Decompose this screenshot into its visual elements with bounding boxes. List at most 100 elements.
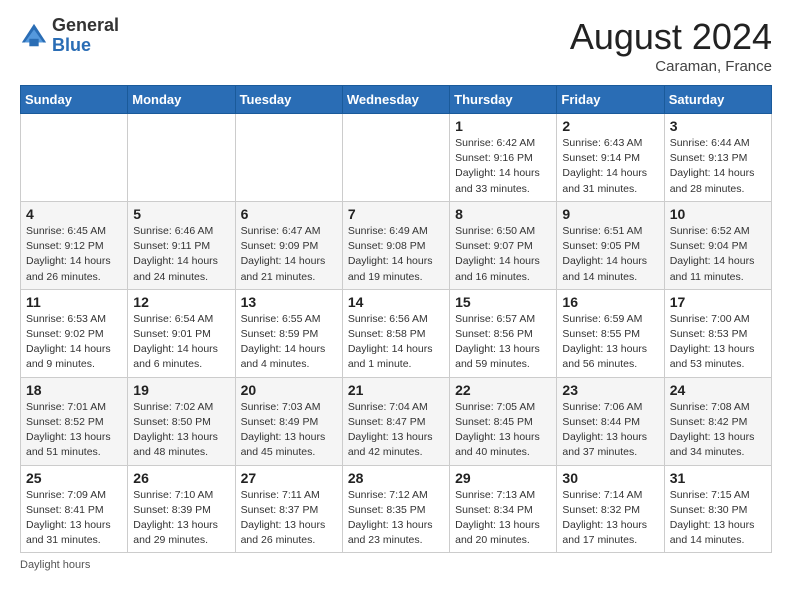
day-info: Sunrise: 7:02 AMSunset: 8:50 PMDaylight:… [133,400,229,461]
day-number: 31 [670,470,766,486]
calendar-cell: 3 Sunrise: 6:44 AMSunset: 9:13 PMDaylight… [664,114,771,202]
day-number: 29 [455,470,551,486]
calendar-cell: 4Sunrise: 6:45 AMSunset: 9:12 PMDaylight… [21,201,128,289]
day-info: Sunrise: 6:59 AMSunset: 8:55 PMDaylight:… [562,312,658,373]
calendar: SundayMondayTuesdayWednesdayThursdayFrid… [20,85,772,553]
day-info: Sunrise: 6:54 AMSunset: 9:01 PMDaylight:… [133,312,229,373]
day-number: 14 [348,294,444,310]
day-number: 27 [241,470,337,486]
calendar-cell: 25 Sunrise: 7:09 AMSunset: 8:41 PMDayligh… [21,465,128,553]
day-number: 28 [348,470,444,486]
calendar-cell: 7Sunrise: 6:49 AMSunset: 9:08 PMDaylight… [342,201,449,289]
logo: General Blue [20,16,119,56]
calendar-cell [235,114,342,202]
day-header-tuesday: Tuesday [235,86,342,114]
day-info: Sunrise: 7:04 AMSunset: 8:47 PMDaylight:… [348,400,444,461]
calendar-cell: 1Sunrise: 6:42 AMSunset: 9:16 PMDaylight… [450,114,557,202]
day-number: 3 [670,118,766,134]
calendar-cell [128,114,235,202]
calendar-cell: 13 Sunrise: 6:55 AMSunset: 8:59 PMDayligh… [235,289,342,377]
day-info: Sunrise: 7:12 AMSunset: 8:35 PMDaylight:… [348,488,444,549]
calendar-cell: 9Sunrise: 6:51 AMSunset: 9:05 PMDaylight… [557,201,664,289]
day-number: 16 [562,294,658,310]
calendar-cell: 16 Sunrise: 6:59 AMSunset: 8:55 PMDayligh… [557,289,664,377]
day-number: 2 [562,118,658,134]
day-info: Sunrise: 6:42 AMSunset: 9:16 PMDaylight:… [455,136,551,197]
header: General Blue August 2024 Caraman, France [20,16,772,75]
day-info: Sunrise: 6:51 AMSunset: 9:05 PMDaylight:… [562,224,658,285]
day-info: Sunrise: 6:53 AMSunset: 9:02 PMDaylight:… [26,312,122,373]
calendar-cell: 10 Sunrise: 6:52 AMSunset: 9:04 PMDayligh… [664,201,771,289]
calendar-cell: 12 Sunrise: 6:54 AMSunset: 9:01 PMDayligh… [128,289,235,377]
day-header-thursday: Thursday [450,86,557,114]
day-info: Sunrise: 7:09 AMSunset: 8:41 PMDaylight:… [26,488,122,549]
calendar-cell: 17Sunrise: 7:00 AMSunset: 8:53 PMDayligh… [664,289,771,377]
day-info: Sunrise: 7:08 AMSunset: 8:42 PMDaylight:… [670,400,766,461]
calendar-cell: 18Sunrise: 7:01 AMSunset: 8:52 PMDayligh… [21,377,128,465]
calendar-cell: 5 Sunrise: 6:46 AMSunset: 9:11 PMDaylight… [128,201,235,289]
day-info: Sunrise: 7:10 AMSunset: 8:39 PMDaylight:… [133,488,229,549]
calendar-cell: 14 Sunrise: 6:56 AMSunset: 8:58 PMDayligh… [342,289,449,377]
day-number: 19 [133,382,229,398]
day-number: 15 [455,294,551,310]
calendar-cell: 19 Sunrise: 7:02 AMSunset: 8:50 PMDayligh… [128,377,235,465]
calendar-cell: 24 Sunrise: 7:08 AMSunset: 8:42 PMDayligh… [664,377,771,465]
day-info: Sunrise: 6:56 AMSunset: 8:58 PMDaylight:… [348,312,444,373]
location: Caraman, France [570,58,772,75]
calendar-cell: 28 Sunrise: 7:12 AMSunset: 8:35 PMDayligh… [342,465,449,553]
day-number: 20 [241,382,337,398]
day-number: 23 [562,382,658,398]
day-info: Sunrise: 6:47 AMSunset: 9:09 PMDaylight:… [241,224,337,285]
day-header-sunday: Sunday [21,86,128,114]
day-number: 21 [348,382,444,398]
calendar-cell: 31 Sunrise: 7:15 AMSunset: 8:30 PMDayligh… [664,465,771,553]
day-number: 25 [26,470,122,486]
calendar-cell: 20 Sunrise: 7:03 AMSunset: 8:49 PMDayligh… [235,377,342,465]
day-number: 13 [241,294,337,310]
day-info: Sunrise: 7:05 AMSunset: 8:45 PMDaylight:… [455,400,551,461]
day-info: Sunrise: 6:45 AMSunset: 9:12 PMDaylight:… [26,224,122,285]
calendar-cell: 21 Sunrise: 7:04 AMSunset: 8:47 PMDayligh… [342,377,449,465]
day-number: 30 [562,470,658,486]
day-info: Sunrise: 6:46 AMSunset: 9:11 PMDaylight:… [133,224,229,285]
day-info: Sunrise: 7:14 AMSunset: 8:32 PMDaylight:… [562,488,658,549]
day-info: Sunrise: 7:00 AMSunset: 8:53 PMDaylight:… [670,312,766,373]
month-year: August 2024 [570,16,772,58]
day-info: Sunrise: 6:50 AMSunset: 9:07 PMDaylight:… [455,224,551,285]
calendar-cell: 2 Sunrise: 6:43 AMSunset: 9:14 PMDaylight… [557,114,664,202]
calendar-cell: 22 Sunrise: 7:05 AMSunset: 8:45 PMDayligh… [450,377,557,465]
calendar-cell: 30 Sunrise: 7:14 AMSunset: 8:32 PMDayligh… [557,465,664,553]
day-info: Sunrise: 7:13 AMSunset: 8:34 PMDaylight:… [455,488,551,549]
day-number: 6 [241,206,337,222]
day-info: Sunrise: 7:15 AMSunset: 8:30 PMDaylight:… [670,488,766,549]
day-number: 24 [670,382,766,398]
day-number: 5 [133,206,229,222]
day-info: Sunrise: 6:52 AMSunset: 9:04 PMDaylight:… [670,224,766,285]
day-number: 22 [455,382,551,398]
footer-note: Daylight hours [20,559,772,571]
day-info: Sunrise: 6:55 AMSunset: 8:59 PMDaylight:… [241,312,337,373]
day-number: 8 [455,206,551,222]
day-number: 26 [133,470,229,486]
day-number: 10 [670,206,766,222]
logo-icon [20,22,48,50]
calendar-cell: 26 Sunrise: 7:10 AMSunset: 8:39 PMDayligh… [128,465,235,553]
day-info: Sunrise: 6:43 AMSunset: 9:14 PMDaylight:… [562,136,658,197]
calendar-cell: 27 Sunrise: 7:11 AMSunset: 8:37 PMDayligh… [235,465,342,553]
calendar-cell: 15Sunrise: 6:57 AMSunset: 8:56 PMDayligh… [450,289,557,377]
day-header-monday: Monday [128,86,235,114]
calendar-cell [342,114,449,202]
day-number: 11 [26,294,122,310]
logo-text: General Blue [52,16,119,56]
day-number: 12 [133,294,229,310]
day-info: Sunrise: 7:01 AMSunset: 8:52 PMDaylight:… [26,400,122,461]
day-info: Sunrise: 6:44 AMSunset: 9:13 PMDaylight:… [670,136,766,197]
day-info: Sunrise: 7:11 AMSunset: 8:37 PMDaylight:… [241,488,337,549]
day-header-wednesday: Wednesday [342,86,449,114]
calendar-cell [21,114,128,202]
day-header-friday: Friday [557,86,664,114]
calendar-cell: 23Sunrise: 7:06 AMSunset: 8:44 PMDayligh… [557,377,664,465]
day-number: 7 [348,206,444,222]
day-info: Sunrise: 7:03 AMSunset: 8:49 PMDaylight:… [241,400,337,461]
calendar-cell: 8 Sunrise: 6:50 AMSunset: 9:07 PMDaylight… [450,201,557,289]
